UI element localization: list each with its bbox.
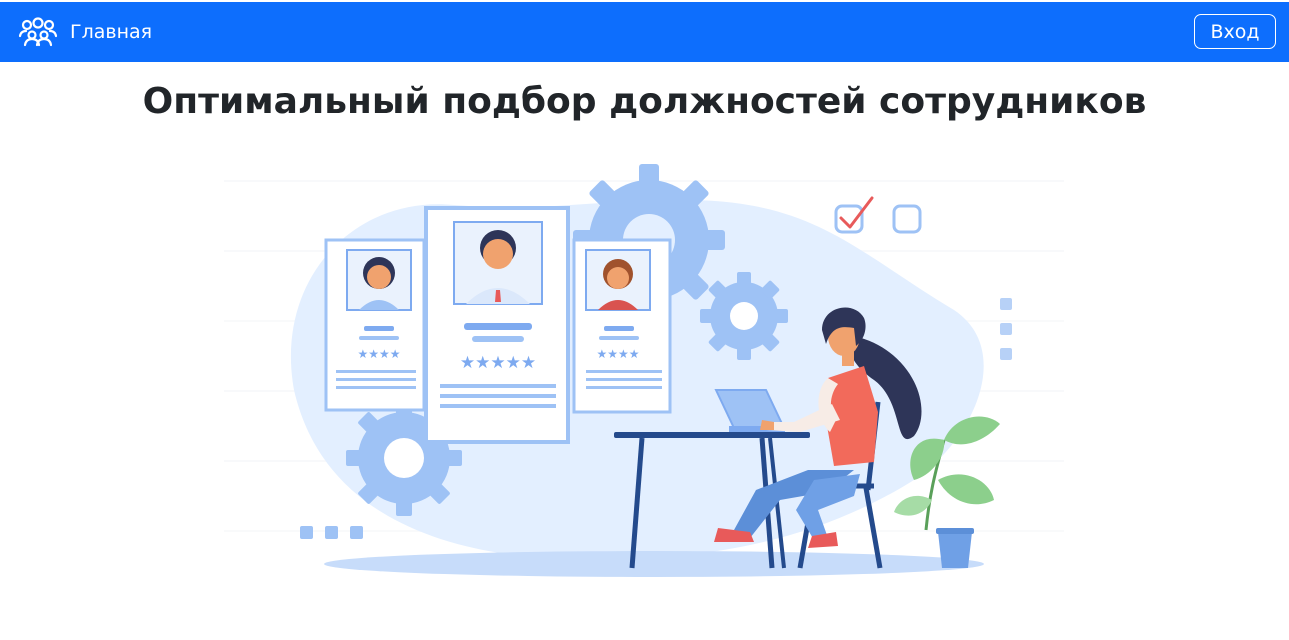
checkbox-empty-icon [892,204,922,234]
svg-text:★★★★: ★★★★ [596,347,639,361]
brand-label: Главная [70,21,153,43]
dots-horizontal-icon [300,526,363,539]
dots-vertical-icon [1000,298,1012,360]
people-group-icon [18,17,58,47]
gear-icon-medium [700,272,788,360]
svg-text:★★★★★: ★★★★★ [460,353,536,373]
floor-shadow [324,551,984,577]
svg-text:★★★★: ★★★★ [357,347,400,361]
recruitment-illustration: ★★★★ ★★★★ ★★★★★ [224,164,1064,577]
home-link[interactable]: Главная [18,2,152,62]
resume-card-left: ★★★★ [324,238,426,412]
resume-card-center: ★★★★★ [424,206,570,444]
top-navbar: Главная Вход [0,2,1289,62]
page-title: Оптимальный подбор должностей сотруднико… [142,81,1147,122]
checkbox-checked-icon [834,196,874,234]
resume-card-right: ★★★★ [572,238,672,414]
login-button[interactable]: Вход [1194,14,1276,49]
